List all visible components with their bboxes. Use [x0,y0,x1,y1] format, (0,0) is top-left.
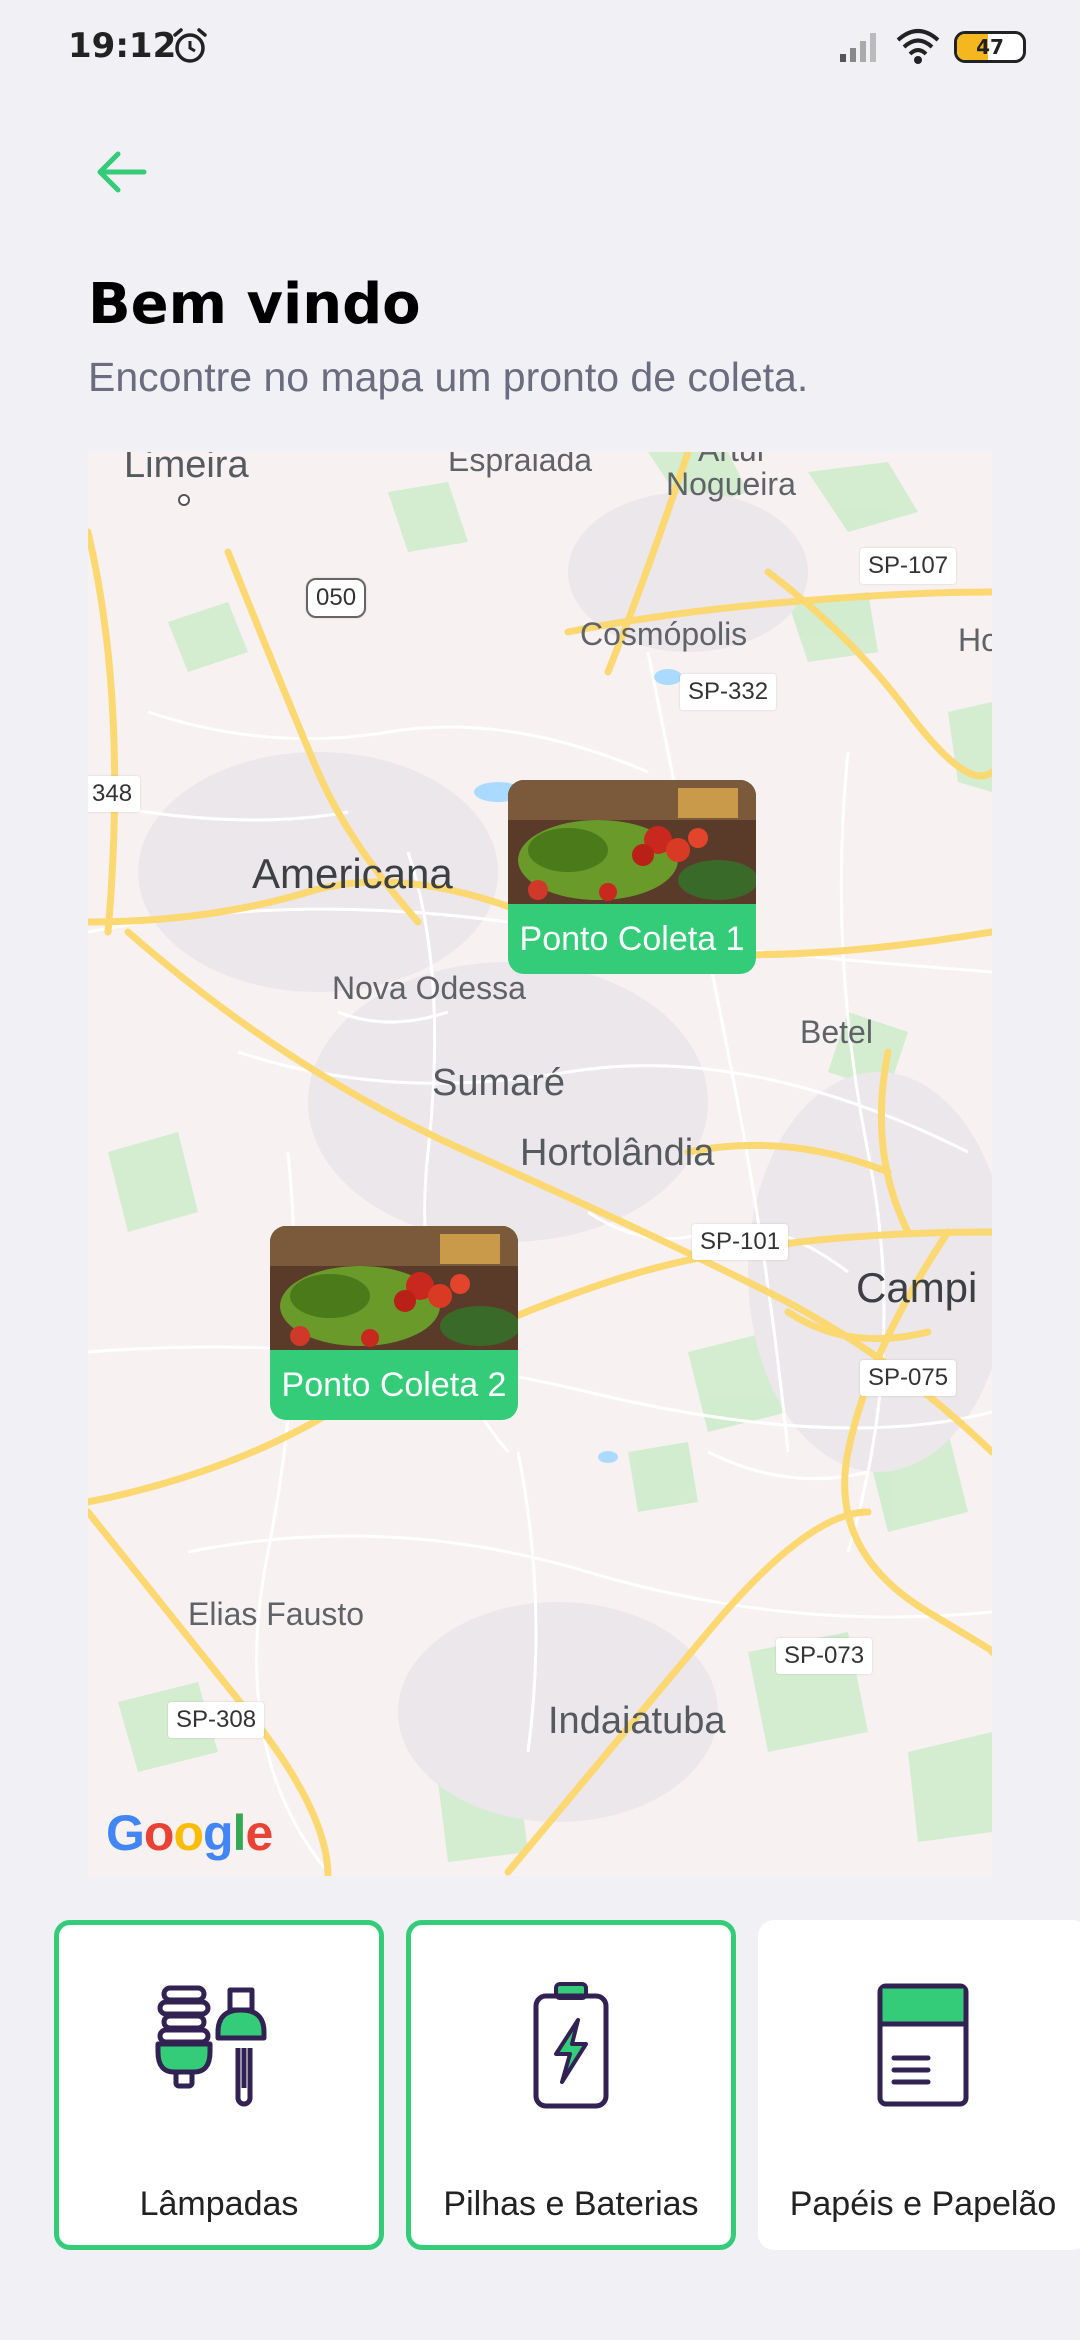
map-label-nogueira: Nogueira [666,466,796,502]
back-button[interactable] [90,142,154,206]
marker-image [270,1226,518,1350]
item-title: Lâmpadas [139,2185,299,2223]
map-label-hortolandia: Hortolândia [520,1132,715,1174]
battery-indicator: 47 [954,31,1026,63]
map-label-campinas: Campi [856,1264,978,1311]
map-label-espraiada: Espraiada [448,452,593,478]
item-title: Pilhas e Baterias [443,2185,699,2223]
marker-label: Ponto Coleta 2 [281,1366,507,1404]
alarm-icon [173,28,207,63]
map-label-sumare: Sumaré [432,1062,566,1104]
road-badge-348: 348 [88,776,141,812]
wifi-icon [896,29,940,64]
road-badge-sp101: SP-101 [692,1224,789,1260]
map-label-americana: Americana [252,850,453,897]
page-title: Bem vindo [88,272,421,337]
item-pilhas-baterias[interactable]: Pilhas e Baterias [406,1920,736,2250]
map-label-betel: Betel [800,1014,873,1050]
marker-image [508,780,756,904]
page-subtitle: Encontre no mapa um pronto de coleta. [88,354,809,400]
road-badge-sp308: SP-308 [168,1702,265,1738]
battery-icon [533,1982,609,2109]
road-badge-sp073: SP-073 [776,1638,873,1674]
map-label-limeira: Limeira [124,452,249,486]
map-label-elias-fausto: Elias Fausto [188,1596,365,1632]
map-label-cosmopolis: Cosmópolis [580,616,748,652]
battery-level: 47 [976,35,1004,59]
marker-label: Ponto Coleta 1 [519,920,745,958]
road-badge-sp332: SP-332 [680,674,777,710]
paper-icon [877,1983,969,2107]
item-title: Papéis e Papelão [789,2185,1057,2223]
google-logo: Google [106,1805,273,1861]
lamps-icon [155,1985,267,2107]
map-marker-ponto-coleta-1[interactable]: Ponto Coleta 1 [508,780,756,974]
map-label-holambra: Holar [958,622,992,658]
map[interactable]: Limeira Espraiada Artur Nogueira Cosmópo… [88,452,992,1876]
city-dot [178,494,190,506]
signal-icon [840,33,876,62]
items-grid: Lâmpadas Pilhas e Baterias Papéis e Pape… [0,1920,1080,2250]
status-time: 19:12 [68,26,177,66]
road-badge-sp075: SP-075 [860,1360,957,1396]
map-marker-ponto-coleta-2[interactable]: Ponto Coleta 2 [270,1226,518,1420]
status-bar: 19:12 47 [0,0,1080,96]
map-label-nova-odessa: Nova Odessa [332,970,526,1006]
map-label-indaiatuba: Indaiatuba [548,1700,726,1742]
item-papeis-papelao[interactable]: Papéis e Papelão [758,1920,1080,2250]
road-badge-050: 050 [306,578,367,618]
item-lampadas[interactable]: Lâmpadas [54,1920,384,2250]
road-badge-sp107: SP-107 [860,548,957,584]
